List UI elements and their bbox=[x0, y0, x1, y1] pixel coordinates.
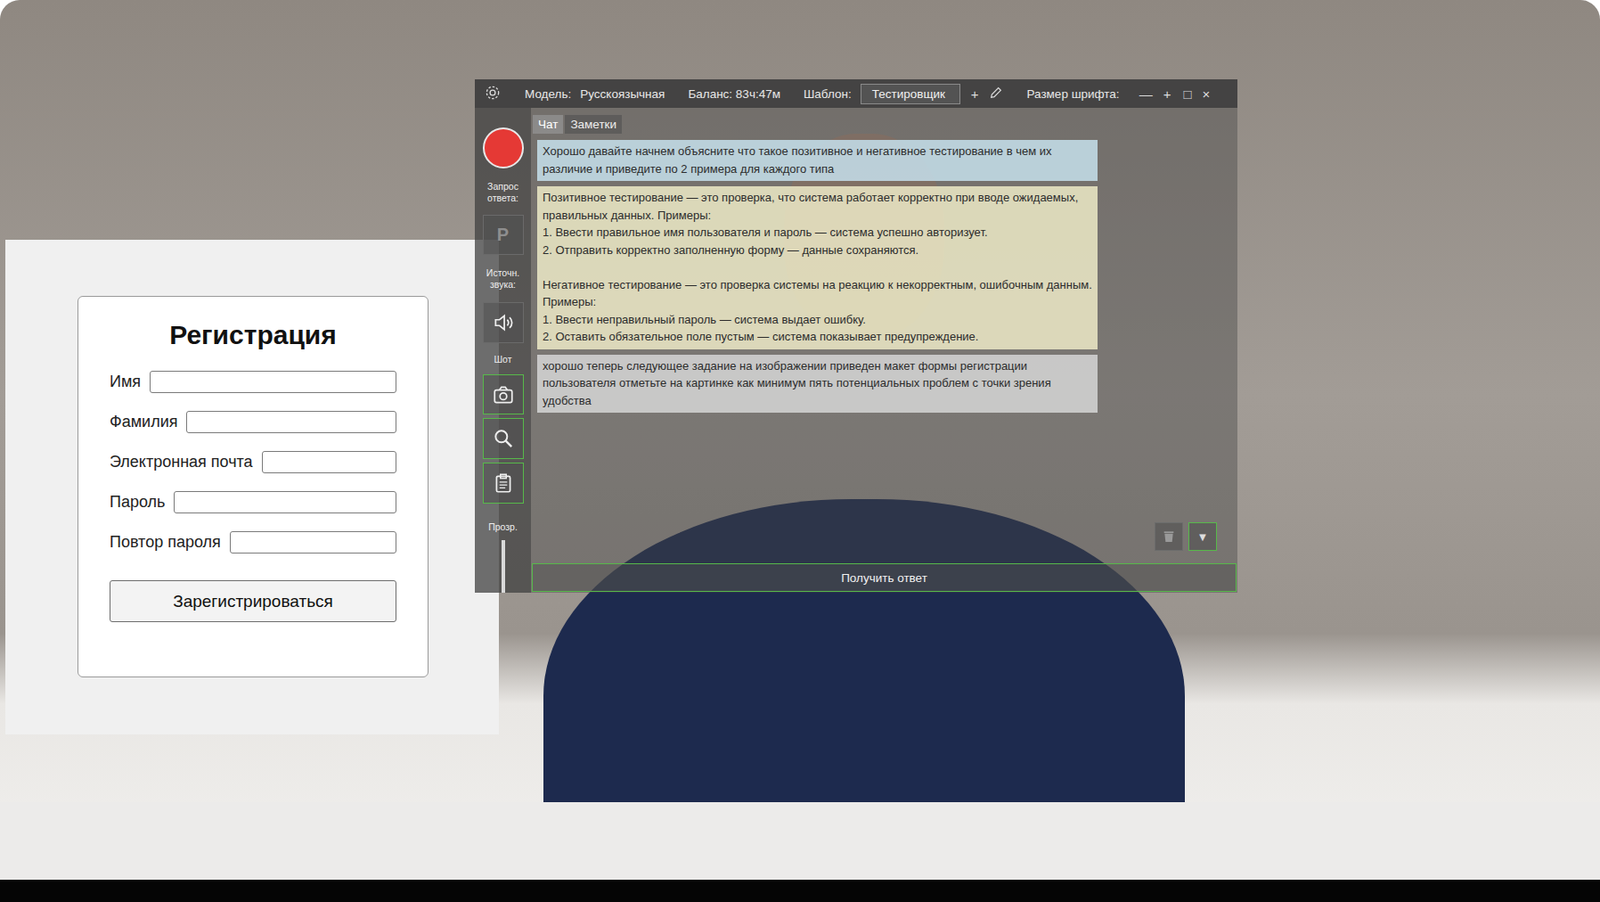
form-row: Пароль bbox=[109, 488, 397, 515]
form-row: Повтор пароля bbox=[109, 528, 397, 556]
form-title: Регистрация bbox=[109, 319, 397, 351]
model-value[interactable]: Русскоязычная bbox=[579, 87, 665, 101]
magnifier-icon bbox=[491, 426, 515, 450]
form-row: Имя bbox=[109, 367, 397, 395]
form-mockup: Регистрация Имя Фамилия Электронная почта Па… bbox=[5, 239, 499, 735]
sound-source-button[interactable] bbox=[482, 302, 524, 343]
get-answer-button[interactable]: Получить ответ bbox=[531, 563, 1237, 592]
chat-message: Хорошо давайте начнем объясните что тако… bbox=[537, 139, 1098, 181]
template-label: Шаблон: bbox=[803, 87, 852, 101]
trash-icon bbox=[1161, 529, 1176, 544]
balance: Баланс: 83ч:47м bbox=[687, 87, 781, 101]
chat-bottom: ▼ Получить ответ bbox=[531, 522, 1237, 592]
opacity-label: Прозр. bbox=[477, 521, 530, 533]
record-label: Запрос ответа: bbox=[477, 180, 530, 205]
chat-panel: ЧатЗаметки Хорошо давайте начнем объяснит… bbox=[530, 107, 1238, 593]
clipboard-icon bbox=[491, 471, 515, 495]
field-input[interactable] bbox=[149, 370, 397, 393]
video-bottom-bar bbox=[0, 879, 1600, 902]
screenshot-button[interactable] bbox=[482, 374, 524, 416]
toolbar: Запрос ответа: P Источн. звука: Шот Прозр. bbox=[474, 107, 531, 593]
chat-message: Позитивное тестирование — это проверка, … bbox=[537, 186, 1098, 350]
source-label: Источн. звука: bbox=[477, 267, 530, 291]
desk bbox=[0, 801, 1600, 880]
add-template-button[interactable]: + bbox=[969, 86, 981, 102]
field-input[interactable] bbox=[261, 450, 397, 474]
edit-template-button[interactable] bbox=[988, 85, 1004, 103]
register-button[interactable]: Зарегистрироваться bbox=[109, 579, 397, 622]
field-label: Повтор пароля bbox=[109, 532, 221, 552]
field-label: Электронная почта bbox=[109, 452, 254, 472]
field-label: Пароль bbox=[109, 492, 165, 512]
message-text: хорошо теперь следующее задание на изобр… bbox=[542, 359, 1052, 408]
window-button[interactable]: × bbox=[1200, 86, 1212, 102]
title-bar: Модель: Русскоязычная Баланс: 83ч:47м Шабло… bbox=[474, 79, 1238, 108]
message-text: Позитивное тестирование — это проверка, … bbox=[542, 190, 1093, 343]
tab-bar: ЧатЗаметки bbox=[532, 114, 1237, 134]
source-key-button[interactable]: P bbox=[482, 214, 524, 256]
field-input[interactable] bbox=[229, 530, 397, 554]
model-label: Модель: bbox=[524, 87, 572, 101]
field-label: Имя bbox=[109, 372, 141, 392]
zoom-button[interactable] bbox=[482, 417, 524, 459]
assistant-window: Модель: Русскоязычная Баланс: 83ч:47м Шабло… bbox=[474, 79, 1238, 593]
main-area: Запрос ответа:PИсточн. звука:ШотПрозр.Ча… bbox=[474, 107, 1238, 593]
tab[interactable]: Чат bbox=[532, 114, 564, 134]
clipboard-button[interactable] bbox=[482, 462, 524, 504]
font-size-button[interactable]: — bbox=[1137, 86, 1155, 102]
pencil-icon bbox=[988, 85, 1004, 100]
speaker-icon bbox=[491, 310, 515, 335]
chat-actions: ▼ bbox=[531, 522, 1237, 564]
scroll-down-button[interactable]: ▼ bbox=[1188, 522, 1217, 551]
record-button[interactable] bbox=[482, 127, 524, 169]
form-row: Фамилия bbox=[109, 408, 397, 435]
field-input[interactable] bbox=[186, 410, 397, 433]
font-size-controls: —+ bbox=[1137, 86, 1174, 102]
form-row: Электронная почта bbox=[109, 448, 397, 475]
registration-card: Регистрация Имя Фамилия Электронная почта Па… bbox=[77, 295, 429, 678]
settings-button[interactable] bbox=[483, 83, 502, 105]
tab[interactable]: Заметки bbox=[564, 114, 622, 134]
gear-icon bbox=[483, 83, 502, 102]
font-size-label: Размер шрифта: bbox=[1026, 87, 1119, 101]
shot-label: Шот bbox=[477, 353, 530, 366]
chat-message: хорошо теперь следующее задание на изобр… bbox=[537, 354, 1098, 414]
clear-button[interactable] bbox=[1154, 522, 1184, 551]
opacity-slider[interactable] bbox=[501, 539, 506, 593]
dropdown-glyph: ▼ bbox=[1197, 530, 1209, 544]
font-size-button[interactable]: + bbox=[1161, 86, 1174, 102]
field-input[interactable] bbox=[173, 490, 397, 514]
message-text: Хорошо давайте начнем объясните что тако… bbox=[542, 144, 1053, 176]
camera-icon bbox=[491, 383, 515, 407]
window-controls: □× bbox=[1181, 86, 1212, 102]
template-select[interactable]: Тестировщик bbox=[860, 83, 961, 105]
source-key: P bbox=[497, 224, 509, 245]
window-button[interactable]: □ bbox=[1181, 86, 1193, 102]
field-label: Фамилия bbox=[109, 412, 178, 432]
message-list: Хорошо давайте начнем объясните что тако… bbox=[531, 133, 1098, 413]
